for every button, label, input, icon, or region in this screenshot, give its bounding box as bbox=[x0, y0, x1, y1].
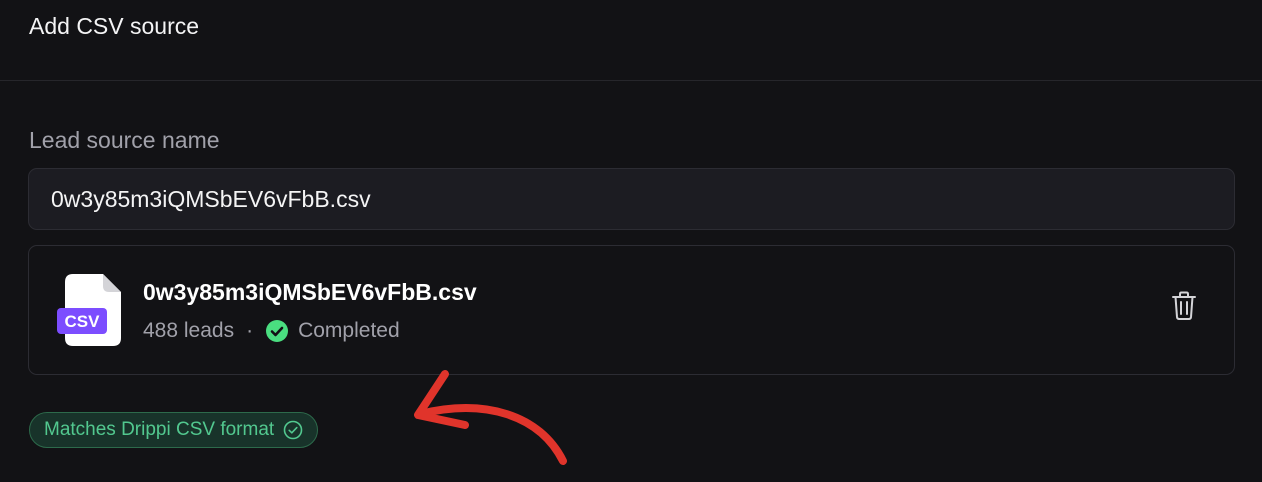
lead-source-name-label: Lead source name bbox=[29, 127, 220, 153]
csv-file-icon: CSV bbox=[57, 274, 121, 346]
file-meta: 488 leads · Completed bbox=[143, 319, 400, 343]
dialog-title: Add CSV source bbox=[29, 13, 200, 39]
uploaded-file-card: CSV 0w3y85m3iQMSbEV6vFbB.csv 488 leads ·… bbox=[28, 245, 1235, 375]
upload-status: Completed bbox=[298, 319, 400, 342]
csv-format-match-badge: Matches Drippi CSV format bbox=[29, 412, 319, 448]
file-type-label: CSV bbox=[65, 312, 101, 331]
badge-label: Matches Drippi CSV format bbox=[44, 419, 275, 440]
file-name: 0w3y85m3iQMSbEV6vFbB.csv bbox=[143, 279, 477, 305]
check-circle-outline-icon bbox=[283, 420, 303, 440]
lead-source-name-input[interactable] bbox=[28, 168, 1235, 230]
red-annotation-arrow bbox=[414, 370, 567, 465]
leads-count: 488 leads bbox=[143, 319, 235, 342]
dialog-header: Add CSV source bbox=[0, 0, 1262, 81]
trash-icon bbox=[1172, 291, 1196, 320]
check-circle-icon bbox=[266, 320, 289, 342]
delete-file-button[interactable] bbox=[1164, 286, 1204, 326]
meta-separator: · bbox=[246, 319, 254, 342]
